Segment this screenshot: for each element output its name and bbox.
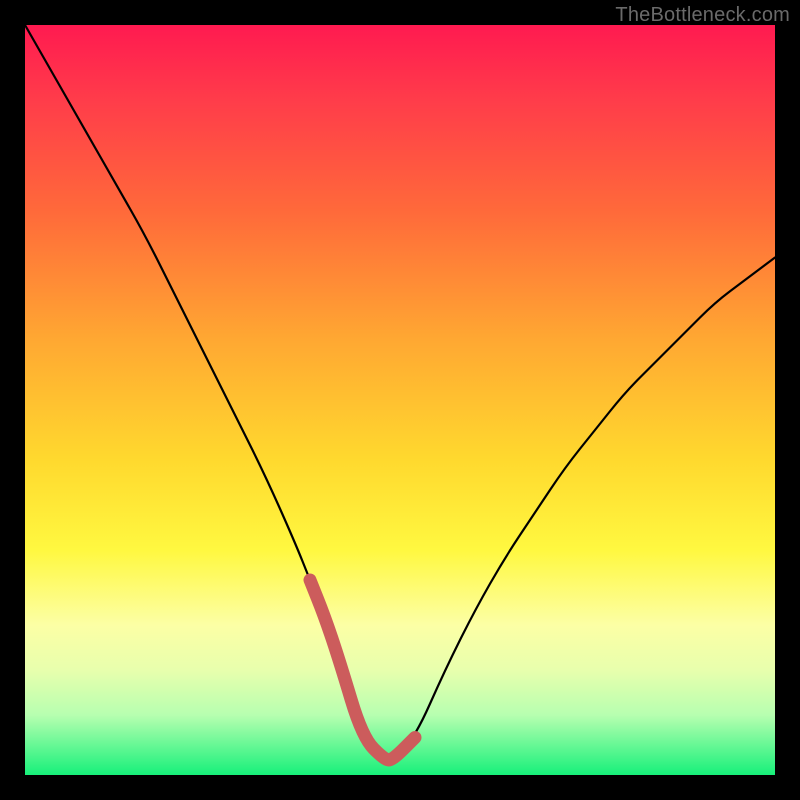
bottleneck-curve [25,25,775,760]
watermark-text: TheBottleneck.com [615,4,790,27]
bottleneck-highlight [310,580,415,760]
curve-layer [25,25,775,775]
chart-frame: TheBottleneck.com [0,0,800,800]
plot-area [25,25,775,775]
